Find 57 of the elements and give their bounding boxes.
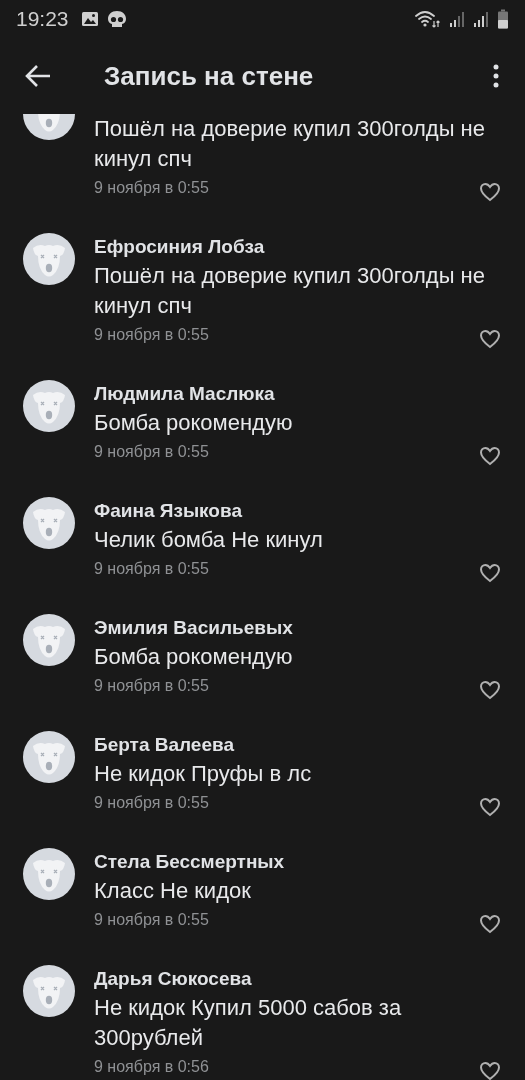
comment-date: 9 ноября в 0:55 <box>94 325 209 345</box>
like-button[interactable] <box>479 680 501 700</box>
comment-text: Не кидок Купил 5000 сабов за 300рублей <box>94 994 403 1052</box>
like-button[interactable] <box>479 182 501 202</box>
heart-icon <box>479 563 501 583</box>
comment-date: 9 ноября в 0:55 <box>94 793 209 813</box>
avatar[interactable] <box>23 380 75 432</box>
page-title: Запись на стене <box>104 60 314 92</box>
skull-icon <box>106 10 127 28</box>
comment-author[interactable]: Берта Валеева <box>94 731 501 759</box>
like-button[interactable] <box>479 563 501 583</box>
comment-text: Не кидок Пруфы в лс <box>94 760 313 788</box>
heart-icon <box>479 914 501 934</box>
like-button[interactable] <box>479 797 501 817</box>
comment-date: 9 ноября в 0:55 <box>94 676 209 696</box>
comment-text: Пошёл на доверие купил 300голды не кинул спч <box>94 262 486 320</box>
comment-date: 9 ноября в 0:55 <box>94 442 209 462</box>
status-time: 19:23 <box>16 7 69 31</box>
comment-text: Бомба рокомендую <box>94 409 294 437</box>
back-button[interactable] <box>24 64 52 88</box>
avatar[interactable] <box>23 965 75 1017</box>
wifi-icon <box>415 10 441 28</box>
comment-date: 9 ноября в 0:56 <box>94 1057 209 1077</box>
like-button[interactable] <box>479 329 501 349</box>
comment-text: Класс Не кидок <box>94 877 252 905</box>
comment-date: 9 ноября в 0:55 <box>94 178 209 198</box>
comment-date: 9 ноября в 0:55 <box>94 910 209 930</box>
heart-icon <box>479 680 501 700</box>
like-button[interactable] <box>479 446 501 466</box>
like-button[interactable] <box>479 1061 501 1080</box>
comment-author[interactable]: Дарья Сюкосева <box>94 965 501 993</box>
avatar[interactable] <box>23 731 75 783</box>
heart-icon <box>479 446 501 466</box>
comment-date: 9 ноября в 0:55 <box>94 559 209 579</box>
avatar[interactable] <box>23 614 75 666</box>
avatar[interactable] <box>23 848 75 900</box>
heart-icon <box>479 1061 501 1080</box>
comment-author[interactable]: Людмила Маслюка <box>94 380 501 408</box>
heart-icon <box>479 797 501 817</box>
back-arrow-icon <box>24 64 52 88</box>
comment-text: Бомба рокомендую <box>94 643 294 671</box>
avatar[interactable] <box>23 497 75 549</box>
image-icon <box>80 11 99 27</box>
battery-icon <box>497 9 509 29</box>
comment-author[interactable]: Эмилия Васильевых <box>94 614 501 642</box>
heart-icon <box>479 329 501 349</box>
like-button[interactable] <box>479 914 501 934</box>
heart-icon <box>479 182 501 202</box>
signal-icon <box>449 10 465 28</box>
comment-author[interactable]: Ефросиния Лобза <box>94 233 501 261</box>
comment-author[interactable]: Фаина Языкова <box>94 497 501 525</box>
more-icon <box>493 64 499 88</box>
comment-text: Челик бомба Не кинул <box>94 526 324 554</box>
comment-author[interactable]: Стела Бессмертных <box>94 848 501 876</box>
comment-text: Пошёл на доверие купил 300голды не кинул спч <box>94 115 486 173</box>
signal-icon <box>473 10 489 28</box>
avatar[interactable] <box>23 233 75 285</box>
